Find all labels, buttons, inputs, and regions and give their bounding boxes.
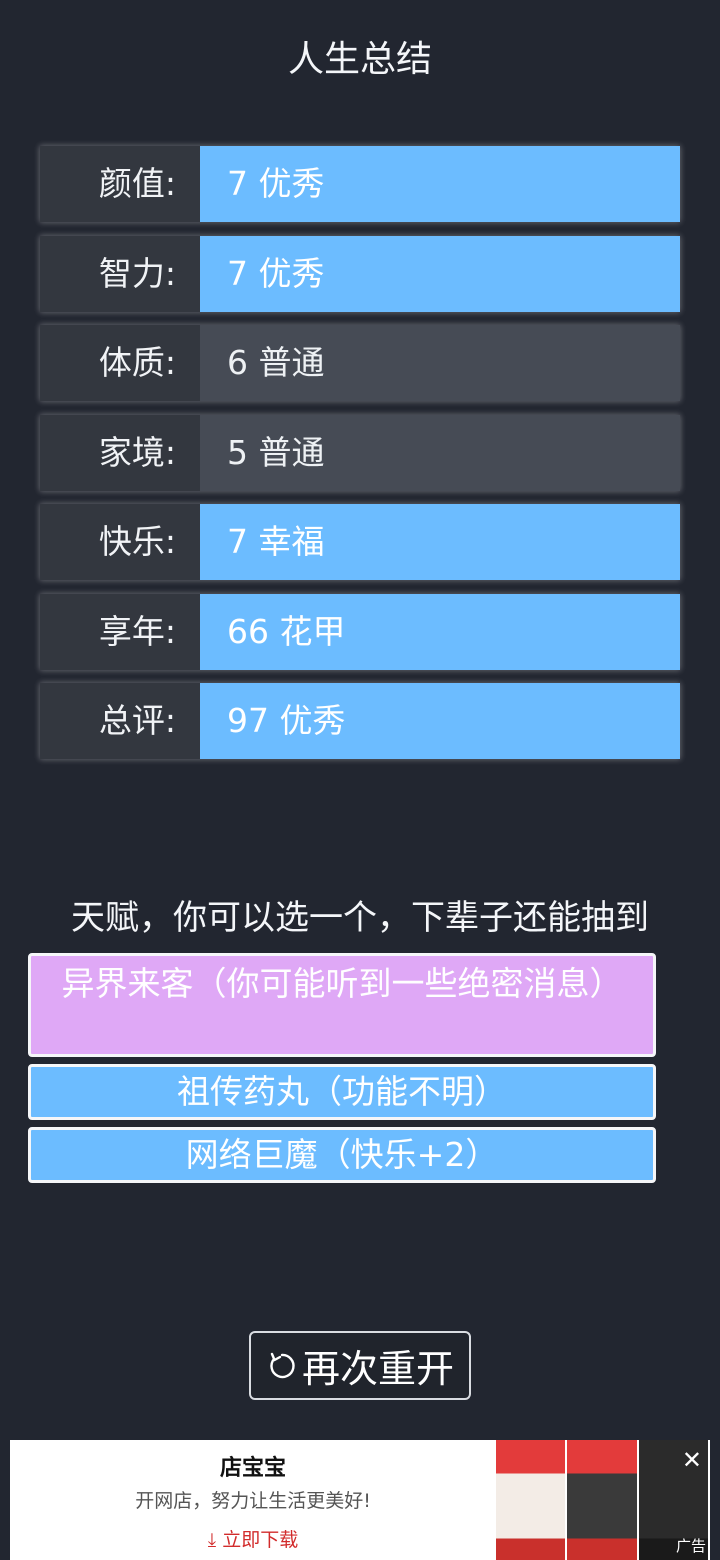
talent-heading: 天赋，你可以选一个，下辈子还能抽到 [71,898,649,938]
ad-thumbnails[interactable]: ✕ 广告 [496,1440,710,1560]
close-icon[interactable]: ✕ [682,1446,702,1474]
stat-label: 颜值: [40,146,200,222]
stat-value: 5 普通 [200,414,680,491]
ad-slogan: 开网店，努力让生活更美好! [135,1490,371,1512]
stat-label: 体质: [40,325,200,401]
ad-thumbnail [496,1440,566,1560]
ad-brand: 店宝宝 [219,1456,286,1481]
talent-option-internet-troll[interactable]: 网络巨魔（快乐+2） [28,1127,656,1183]
stat-row-family: 家境: 5 普通 [40,414,680,491]
life-summary-screen: 人生总结 颜值: 7 优秀 智力: 7 优秀 体质: 6 普通 家境: 5 普通… [0,0,720,1560]
stat-value: 7 优秀 [200,146,680,222]
restart-button[interactable]: 再次重开 [249,1331,471,1400]
talent-option-otherworld-visitor[interactable]: 异界来客（你可能听到一些绝密消息） [28,953,656,1057]
stat-value: 6 普通 [200,325,680,401]
page-title: 人生总结 [287,39,432,80]
stat-row-physique: 体质: 6 普通 [40,325,680,401]
download-icon: ⤓ [207,1529,217,1551]
stat-value: 97 优秀 [200,683,680,759]
stat-label: 享年: [40,593,200,670]
ad-tag: 广告 [675,1537,706,1555]
stat-label: 家境: [40,414,200,491]
stat-row-intelligence: 智力: 7 优秀 [40,235,680,312]
talent-option-ancestral-pill[interactable]: 祖传药丸（功能不明） [28,1064,656,1120]
stat-label: 总评: [40,683,200,759]
stat-row-lifespan: 享年: 66 花甲 [40,593,680,670]
stat-label: 智力: [40,235,200,312]
stat-value: 7 幸福 [200,504,680,580]
ad-download-link[interactable]: ⤓ 立即下载 [10,1525,496,1552]
stat-row-overall: 总评: 97 优秀 [40,683,680,759]
restart-label: 再次重开 [301,1347,454,1391]
ad-thumbnail [567,1440,637,1560]
stats-list: 颜值: 7 优秀 智力: 7 优秀 体质: 6 普通 家境: 5 普通 快乐: … [40,146,680,773]
ad-banner[interactable]: 店宝宝 开网店，努力让生活更美好! ⤓ 立即下载 ✕ 广告 [10,1440,710,1560]
stat-label: 快乐: [40,504,200,580]
ad-download-label: 立即下载 [222,1529,299,1551]
stat-row-happiness: 快乐: 7 幸福 [40,504,680,580]
stat-value: 7 优秀 [200,235,680,312]
refresh-icon [270,1352,295,1378]
stat-row-appearance: 颜值: 7 优秀 [40,146,680,222]
stat-value: 66 花甲 [200,593,680,670]
